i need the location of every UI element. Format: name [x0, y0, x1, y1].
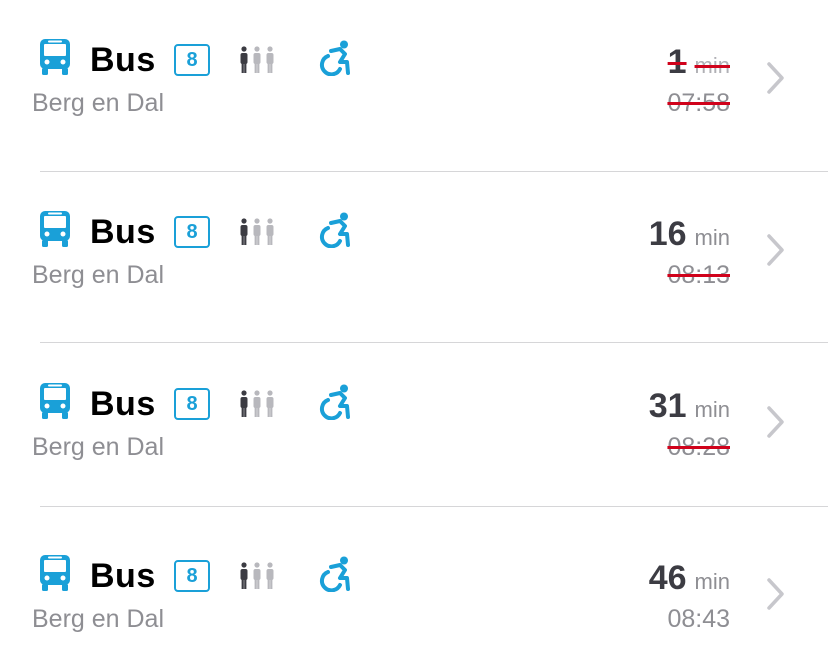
occupancy-icon: [240, 218, 274, 245]
departure-time: 08:28: [667, 433, 730, 461]
minutes-until-departure: 46 min: [649, 559, 730, 598]
departure-list: Bus 8 Berg en Dal 1 min 07:58 Bus 8 Berg…: [0, 0, 828, 656]
departure-row[interactable]: Bus 8 Berg en Dal 1 min 07:58: [0, 0, 828, 172]
minutes-unit: min: [694, 225, 730, 250]
minutes-unit: min: [694, 53, 730, 78]
bus-icon: [40, 555, 70, 591]
minutes-unit: min: [694, 397, 730, 422]
minutes-value: 46: [648, 559, 687, 597]
minutes-value: 31: [648, 387, 687, 425]
departure-time: 08:13: [667, 261, 730, 289]
transport-mode-label: Bus: [90, 41, 156, 79]
line-number-badge: 8: [174, 44, 210, 76]
departure-time: 07:58: [667, 89, 730, 117]
wheelchair-icon: [320, 212, 350, 248]
line-number-badge: 8: [174, 388, 210, 420]
wheelchair-icon: [320, 40, 350, 76]
destination-label: Berg en Dal: [32, 433, 165, 461]
departure-row[interactable]: Bus 8 Berg en Dal 16 min 08:13: [0, 164, 828, 343]
bus-icon: [40, 383, 70, 419]
occupancy-icon: [240, 46, 274, 73]
minutes-until-departure: 31 min: [649, 387, 730, 426]
line-number-badge: 8: [174, 560, 210, 592]
departure-time: 08:43: [667, 605, 730, 633]
line-number-badge: 8: [174, 216, 210, 248]
chevron-right-icon: [767, 62, 784, 94]
minutes-value: 16: [648, 215, 687, 253]
row-separator: [40, 506, 828, 507]
destination-label: Berg en Dal: [32, 89, 165, 117]
occupancy-icon: [240, 562, 274, 589]
departure-row[interactable]: Bus 8 Berg en Dal 31 min 08:28: [0, 336, 828, 508]
minutes-until-departure: 16 min: [649, 215, 730, 254]
wheelchair-icon: [320, 384, 350, 420]
occupancy-icon: [240, 390, 274, 417]
destination-label: Berg en Dal: [32, 261, 165, 289]
minutes-unit: min: [694, 569, 730, 594]
chevron-right-icon: [767, 578, 784, 610]
chevron-right-icon: [767, 406, 784, 438]
transport-mode-label: Bus: [90, 557, 156, 595]
bus-icon: [40, 211, 70, 247]
chevron-right-icon: [767, 234, 784, 266]
minutes-until-departure: 1 min: [668, 43, 730, 82]
transport-mode-label: Bus: [90, 213, 156, 251]
bus-icon: [40, 39, 70, 75]
destination-label: Berg en Dal: [32, 605, 165, 633]
transport-mode-label: Bus: [90, 385, 156, 423]
departure-row[interactable]: Bus 8 Berg en Dal 46 min 08:43: [0, 508, 828, 656]
wheelchair-icon: [320, 556, 350, 592]
minutes-value: 1: [667, 43, 687, 81]
